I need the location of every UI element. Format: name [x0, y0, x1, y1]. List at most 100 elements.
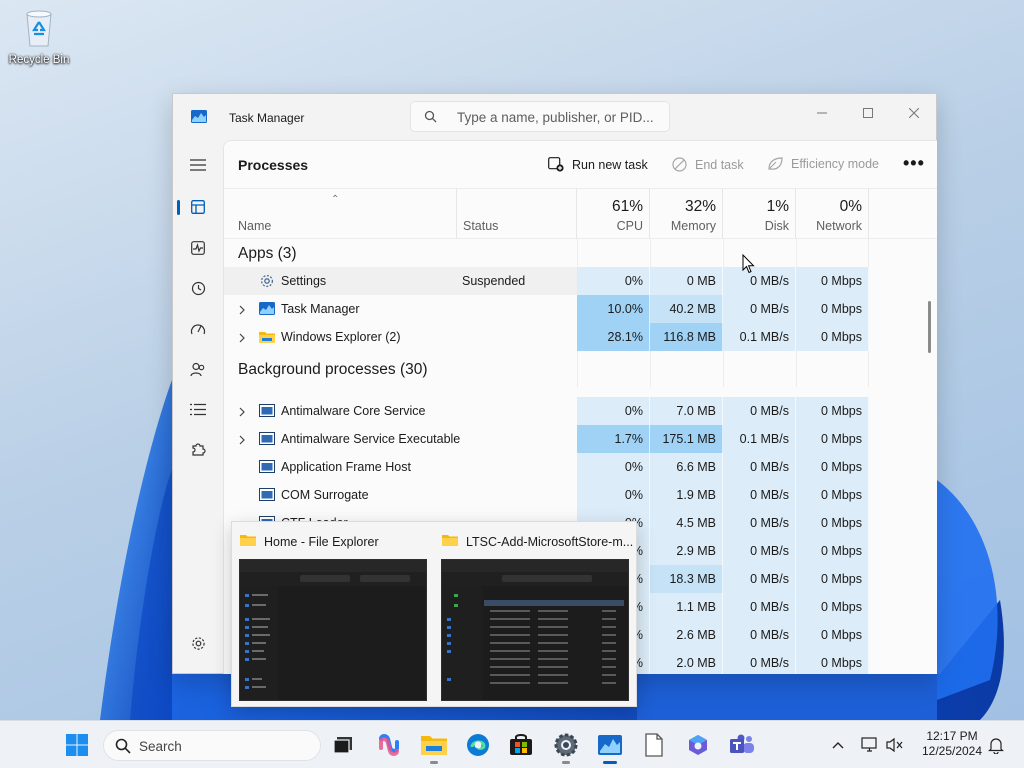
end-task-button[interactable]: End task	[672, 157, 744, 172]
column-status[interactable]: Status	[457, 189, 577, 239]
chevron-right-icon[interactable]	[238, 434, 246, 448]
maximize-button[interactable]	[845, 98, 891, 128]
column-cpu[interactable]: 61% CPU	[577, 189, 650, 239]
chevron-right-icon[interactable]	[238, 406, 246, 420]
table-row[interactable]: Antimalware Core Service 0% 7.0 MB 0 MB/…	[224, 397, 869, 425]
start-button[interactable]	[61, 729, 93, 761]
speaker-muted-icon	[886, 737, 903, 753]
run-new-task-button[interactable]: Run new task	[548, 157, 648, 172]
disk-cell: 0 MB/s	[723, 267, 796, 295]
memory-cell: 116.8 MB	[650, 323, 723, 351]
settings-taskbar-button[interactable]	[550, 729, 582, 764]
cpu-cell: 0%	[577, 453, 650, 481]
process-name: Task Manager	[281, 302, 360, 316]
edge-button[interactable]	[462, 729, 494, 761]
performance-icon	[191, 241, 205, 255]
nav-processes[interactable]	[177, 192, 215, 222]
table-row[interactable]: Application Frame Host 0% 6.6 MB 0 MB/s …	[224, 453, 869, 481]
thumbnail-file-explorer[interactable]: Home - File Explorer	[232, 522, 428, 708]
file-explorer-taskbar-button[interactable]	[418, 729, 450, 764]
end-task-icon	[672, 157, 687, 172]
task-manager-app-icon	[191, 110, 207, 123]
disk-cell: 0 MB/s	[723, 453, 796, 481]
nav-users[interactable]	[181, 354, 215, 384]
volume-button[interactable]	[885, 735, 905, 755]
taskbar-search-box[interactable]: Search	[103, 730, 321, 761]
command-bar: Processes Run new task End task Efficien…	[224, 141, 937, 189]
network-cell: 0 Mbps	[796, 267, 869, 295]
nav-settings[interactable]	[181, 628, 215, 658]
thumbnail-ltsc-folder[interactable]: LTSC-Add-MicrosoftStore-m...	[434, 522, 633, 708]
column-network[interactable]: 0% Network	[796, 189, 869, 239]
page-title: Processes	[238, 157, 309, 173]
search-icon	[115, 738, 131, 757]
settings-gear-icon	[259, 274, 275, 288]
memory-cell: 40.2 MB	[650, 295, 723, 323]
table-row[interactable]: Antimalware Service Executable 1.7% 175.…	[224, 425, 869, 453]
table-row[interactable]: Task Manager 10.0% 40.2 MB 0 MB/s 0 Mbps	[224, 295, 869, 323]
taskbar-search-label: Search	[139, 739, 182, 754]
search-icon	[424, 110, 437, 126]
process-name: Windows Explorer (2)	[281, 330, 401, 344]
show-hidden-icons-button[interactable]	[828, 735, 848, 755]
nav-services[interactable]	[181, 434, 215, 464]
task-view-button[interactable]	[327, 729, 359, 761]
disk-cell: 0 MB/s	[723, 593, 796, 621]
recycle-bin-label: Recycle Bin	[8, 54, 70, 66]
m365-icon	[689, 735, 707, 755]
hamburger-menu-button[interactable]	[181, 150, 215, 180]
memory-cell: 2.6 MB	[650, 621, 723, 649]
memory-cell: 175.1 MB	[650, 425, 723, 453]
nav-details[interactable]	[181, 394, 215, 424]
folder-icon	[240, 533, 256, 550]
close-button[interactable]	[891, 98, 937, 128]
column-name[interactable]: ⌃ Name	[224, 189, 457, 239]
process-name: Antimalware Service Executable	[281, 432, 461, 446]
nav-performance[interactable]	[181, 233, 215, 263]
network-cell: 0 Mbps	[796, 509, 869, 537]
network-cell: 0 Mbps	[796, 481, 869, 509]
disk-cell: 0 MB/s	[723, 481, 796, 509]
title-bar[interactable]: Task Manager Type a name, publisher, or …	[173, 94, 936, 140]
teams-button[interactable]	[726, 729, 758, 761]
recycle-bin-icon	[21, 8, 57, 48]
microsoft-store-button[interactable]	[505, 729, 537, 761]
column-memory[interactable]: 32% Memory	[650, 189, 723, 239]
efficiency-mode-button[interactable]: Efficiency mode	[767, 157, 879, 171]
memory-cell: 2.0 MB	[650, 649, 723, 674]
column-status-label: Status	[463, 219, 499, 233]
network-cell: 0 Mbps	[796, 621, 869, 649]
store-icon	[510, 734, 532, 755]
more-options-button[interactable]: •••	[903, 153, 925, 174]
recycle-bin-shortcut[interactable]: Recycle Bin	[6, 8, 72, 66]
chevron-right-icon[interactable]	[238, 332, 246, 346]
folder-icon	[259, 330, 275, 344]
table-row[interactable]: COM Surrogate 0% 1.9 MB 0 MB/s 0 Mbps	[224, 481, 869, 509]
network-cell: 0 Mbps	[796, 397, 869, 425]
microsoft-365-button[interactable]	[682, 729, 714, 761]
chevron-right-icon[interactable]	[238, 304, 246, 318]
system-clock[interactable]: 12:17 PM 12/25/2024	[916, 729, 988, 759]
puzzle-icon	[192, 443, 206, 456]
memory-cell: 2.9 MB	[650, 537, 723, 565]
taskbar-thumbnail-popup: Home - File Explorer LTSC-Add-MicrosoftS…	[231, 521, 637, 707]
nav-app-history[interactable]	[181, 273, 215, 303]
task-manager-taskbar-button[interactable]	[594, 729, 626, 764]
folder-icon	[421, 736, 447, 755]
notifications-button[interactable]	[986, 735, 1006, 755]
search-input[interactable]: Type a name, publisher, or PID...	[410, 101, 670, 132]
cpu-cell: 0%	[577, 481, 650, 509]
notepad-button[interactable]	[638, 729, 670, 761]
column-header: ⌃ Name Status 61% CPU 32% Memory 1% Disk…	[224, 189, 937, 239]
network-status-button[interactable]	[860, 735, 880, 755]
disk-cell: 0 MB/s	[723, 565, 796, 593]
vertical-scrollbar[interactable]	[928, 301, 931, 353]
copilot-button[interactable]	[373, 729, 405, 761]
cpu-total: 61%	[611, 198, 643, 215]
nav-startup-apps[interactable]	[181, 314, 215, 344]
table-row[interactable]: Settings Suspended 0% 0 MB 0 MB/s 0 Mbps	[224, 267, 869, 295]
minimize-button[interactable]	[799, 98, 845, 128]
table-row[interactable]: Windows Explorer (2) 28.1% 116.8 MB 0.1 …	[224, 323, 869, 351]
column-disk[interactable]: 1% Disk	[723, 189, 796, 239]
network-cell: 0 Mbps	[796, 593, 869, 621]
